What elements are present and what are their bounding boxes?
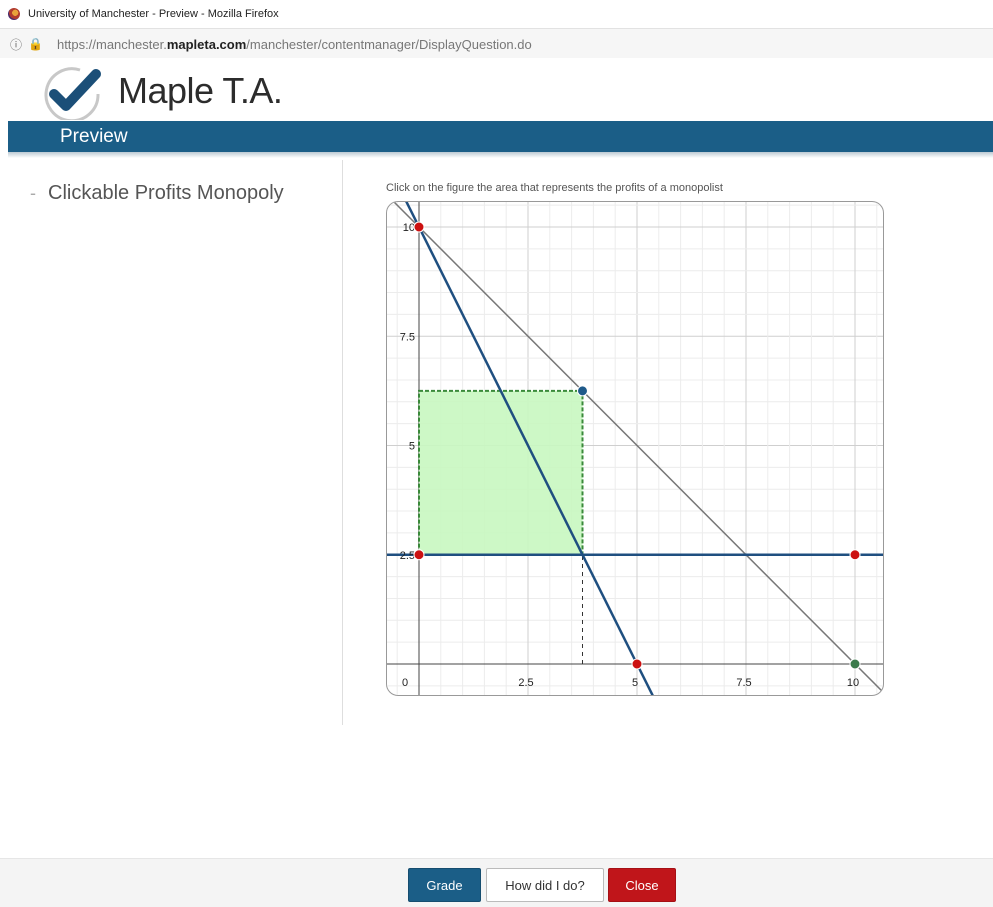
data-point [577,385,588,397]
window-titlebar: University of Manchester - Preview - Moz… [0,0,993,28]
close-button[interactable]: Close [608,868,676,902]
preview-header-bar: Preview [8,121,993,152]
lock-icon: 🔒 [28,37,43,51]
how-did-i-do-button[interactable]: How did I do? [486,868,604,902]
data-point [413,549,425,561]
y-tick-label: 7.5 [400,331,415,343]
firefox-icon [8,8,20,20]
sidebar-item-question[interactable]: - Clickable Profits Monopoly [30,182,284,205]
plot-svg[interactable]: 0 2.5 5 7.5 10 2.5 5 7.5 10 [387,202,883,695]
url-domain: mapleta.com [166,36,247,52]
data-point [631,658,643,670]
x-tick-label: 5 [632,677,638,689]
info-icon[interactable]: ⓘ [10,36,22,53]
grade-button[interactable]: Grade [408,868,481,902]
x-tick-label: 2.5 [518,677,533,689]
page-title: Preview [60,126,128,147]
url-text[interactable]: https://manchester.mapleta.com/mancheste… [57,37,532,52]
brand-header: Maple T.A. [0,58,993,121]
url-prefix: https://manchester. [56,36,167,52]
sidebar-item-label: Clickable Profits Monopoly [48,182,284,204]
header-shadow [8,152,993,158]
y-tick-label: 2.5 [400,550,415,562]
window-title: University of Manchester - Preview - Moz… [28,8,279,20]
x-tick-label: 10 [847,677,859,689]
data-point [849,658,861,670]
divider [342,160,343,725]
url-path: /manchester/contentmanager/DisplayQuesti… [246,36,532,52]
logo-text: Maple T.A. [118,70,283,111]
dash-icon: - [30,183,36,203]
x-tick-label: 7.5 [736,677,751,689]
question-instruction: Click on the figure the area that repres… [386,182,723,194]
profit-region [418,389,584,556]
address-bar[interactable]: ⓘ 🔒 https://manchester.mapleta.com/manch… [0,28,993,60]
clickable-plot[interactable]: 0 2.5 5 7.5 10 2.5 5 7.5 10 [386,201,884,696]
y-tick-label: 10 [403,222,415,234]
y-tick-label: 5 [409,441,415,453]
data-point [413,221,425,233]
x-tick-label: 0 [402,677,408,689]
maple-ta-logo-icon [44,67,101,120]
data-point [849,549,861,561]
